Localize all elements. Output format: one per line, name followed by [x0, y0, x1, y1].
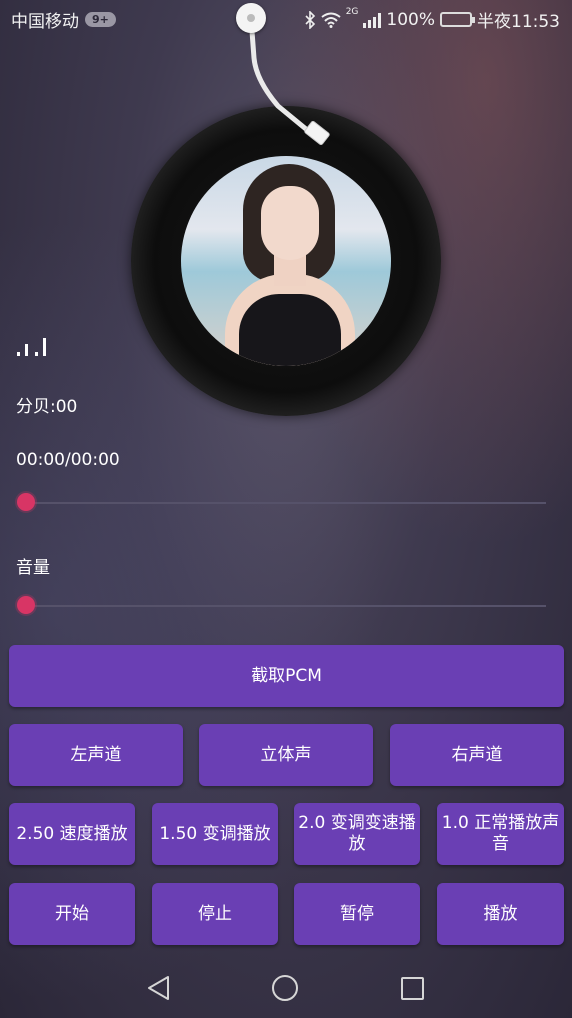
carrier-label: 中国移动	[11, 12, 79, 32]
volume-thumb[interactable]	[17, 596, 35, 614]
pitch-150-button[interactable]: 1.50 变调播放	[152, 803, 278, 865]
network-type: 2G	[345, 7, 359, 17]
stereo-button[interactable]: 立体声	[199, 724, 373, 786]
decibel-label: 分贝:00	[16, 397, 78, 417]
signal-icon	[363, 12, 382, 28]
progress-track	[18, 502, 546, 504]
play-button[interactable]: 播放	[437, 883, 564, 945]
progress-slider[interactable]	[17, 493, 546, 513]
capture-pcm-button[interactable]: 截取PCM	[9, 645, 564, 707]
stop-button[interactable]: 停止	[152, 883, 278, 945]
status-left: 中国移动 9+	[11, 7, 116, 32]
speed-250-button[interactable]: 2.50 速度播放	[9, 803, 135, 865]
progress-thumb[interactable]	[17, 493, 35, 511]
status-right: 2G 100% 半夜11:53	[304, 7, 560, 32]
notification-badge: 9+	[85, 12, 116, 27]
volume-label: 音量	[16, 558, 50, 578]
pause-button[interactable]: 暂停	[294, 883, 420, 945]
battery-percent: 100%	[386, 9, 435, 30]
normal-10-button[interactable]: 1.0 正常播放声音	[437, 803, 564, 865]
clock: 半夜11:53	[477, 12, 560, 32]
right-channel-button[interactable]: 右声道	[390, 724, 564, 786]
volume-track	[18, 605, 546, 607]
start-button[interactable]: 开始	[9, 883, 135, 945]
recent-apps-icon[interactable]	[401, 977, 424, 1000]
album-cover	[181, 156, 391, 366]
equalizer-icon	[15, 334, 49, 356]
left-channel-button[interactable]: 左声道	[9, 724, 183, 786]
back-icon[interactable]	[146, 975, 172, 1001]
navigation-bar	[0, 955, 572, 1018]
time-label: 00:00/00:00	[16, 450, 120, 470]
pitch-speed-20-button[interactable]: 2.0 变调变速播放	[294, 803, 420, 865]
volume-slider[interactable]	[17, 596, 546, 616]
home-icon[interactable]	[272, 975, 298, 1001]
tonearm-pivot	[236, 3, 266, 33]
battery-icon	[440, 12, 475, 27]
